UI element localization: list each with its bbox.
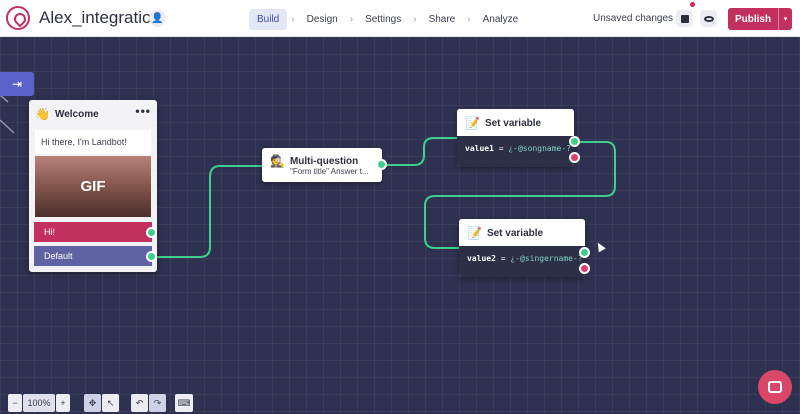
node-header: 📝 Set variable — [457, 109, 574, 136]
variable-expression: value2 = ¿-@singername-? — [459, 246, 585, 277]
wire-default-to-multi — [157, 165, 262, 258]
output-port-failure[interactable] — [579, 263, 590, 274]
undo-button[interactable]: ↶ — [131, 394, 148, 412]
collapse-panel-button[interactable]: ⇥ — [0, 72, 34, 96]
node-header: 🕵 Multi-question — [270, 154, 358, 168]
wave-icon: 👋 — [35, 107, 50, 121]
node-header: 👋 Welcome — [35, 106, 99, 122]
memo-icon: 📝 — [465, 116, 480, 130]
variable-name: value2 — [467, 254, 496, 263]
chat-icon — [768, 381, 782, 393]
wire-multi-to-setvar1 — [382, 137, 457, 166]
pan-tool-button[interactable]: ✥ — [84, 394, 101, 412]
move-icon: ✥ — [88, 397, 97, 408]
variable-name: value1 — [465, 144, 494, 153]
wire-offscreen-2 — [0, 94, 9, 103]
assign-operator: = — [493, 144, 509, 153]
wire-offscreen — [0, 119, 15, 134]
node-title: Multi-question — [289, 155, 359, 167]
more-options-icon[interactable]: ••• — [135, 104, 151, 118]
assign-operator: = — [495, 254, 511, 263]
gif-label: GIF — [80, 178, 106, 195]
keyboard-shortcuts-button[interactable]: ⌨ — [175, 394, 193, 412]
node-header: 📝 Set variable — [459, 219, 585, 246]
button-hi[interactable]: Hi! — [34, 222, 152, 242]
zoom-out-button[interactable]: − — [8, 394, 22, 412]
collapse-panel-icon: ⇥ — [11, 77, 23, 91]
zoom-level: 100% — [23, 394, 55, 412]
button-default[interactable]: Default — [34, 246, 152, 266]
node-subtitle: "Form title" Answer t... — [290, 167, 369, 176]
output-port-hi[interactable] — [146, 227, 157, 238]
zoom-in-button[interactable]: + — [56, 394, 70, 412]
variable-expression: value1 = ¿-@songname-? — [457, 136, 574, 167]
set-variable-node-2[interactable]: 📝 Set variable value2 = ¿-@singername-? — [459, 219, 590, 277]
output-port-success[interactable] — [569, 136, 580, 147]
node-title: Welcome — [54, 108, 99, 120]
gif-preview: GIF — [35, 156, 151, 217]
redo-button[interactable]: ↷ — [149, 394, 166, 412]
output-port-failure[interactable] — [569, 152, 580, 163]
support-chat-button[interactable] — [758, 370, 792, 404]
output-port[interactable] — [376, 159, 387, 170]
set-variable-node-1[interactable]: 📝 Set variable value1 = ¿-@songname-? — [457, 109, 580, 167]
node-title: Set variable — [486, 227, 544, 239]
detective-icon: 🕵 — [270, 154, 285, 168]
pointer-icon: ↖ — [106, 397, 115, 408]
variable-value: ¿-@singername-? — [510, 254, 583, 263]
welcome-node[interactable]: 👋 Welcome ••• Hi there, I'm Landbot! GIF… — [29, 100, 157, 272]
output-port-success[interactable] — [579, 247, 590, 258]
output-port-default[interactable] — [146, 251, 157, 262]
variable-value: ¿-@songname-? — [508, 144, 571, 153]
node-title: Set variable — [484, 117, 542, 129]
memo-icon: 📝 — [467, 226, 482, 240]
select-tool-button[interactable]: ↖ — [102, 394, 119, 412]
multi-question-node[interactable]: 🕵 Multi-question "Form title" Answer t..… — [262, 148, 387, 182]
welcome-message: Hi there, I'm Landbot! — [35, 130, 151, 154]
